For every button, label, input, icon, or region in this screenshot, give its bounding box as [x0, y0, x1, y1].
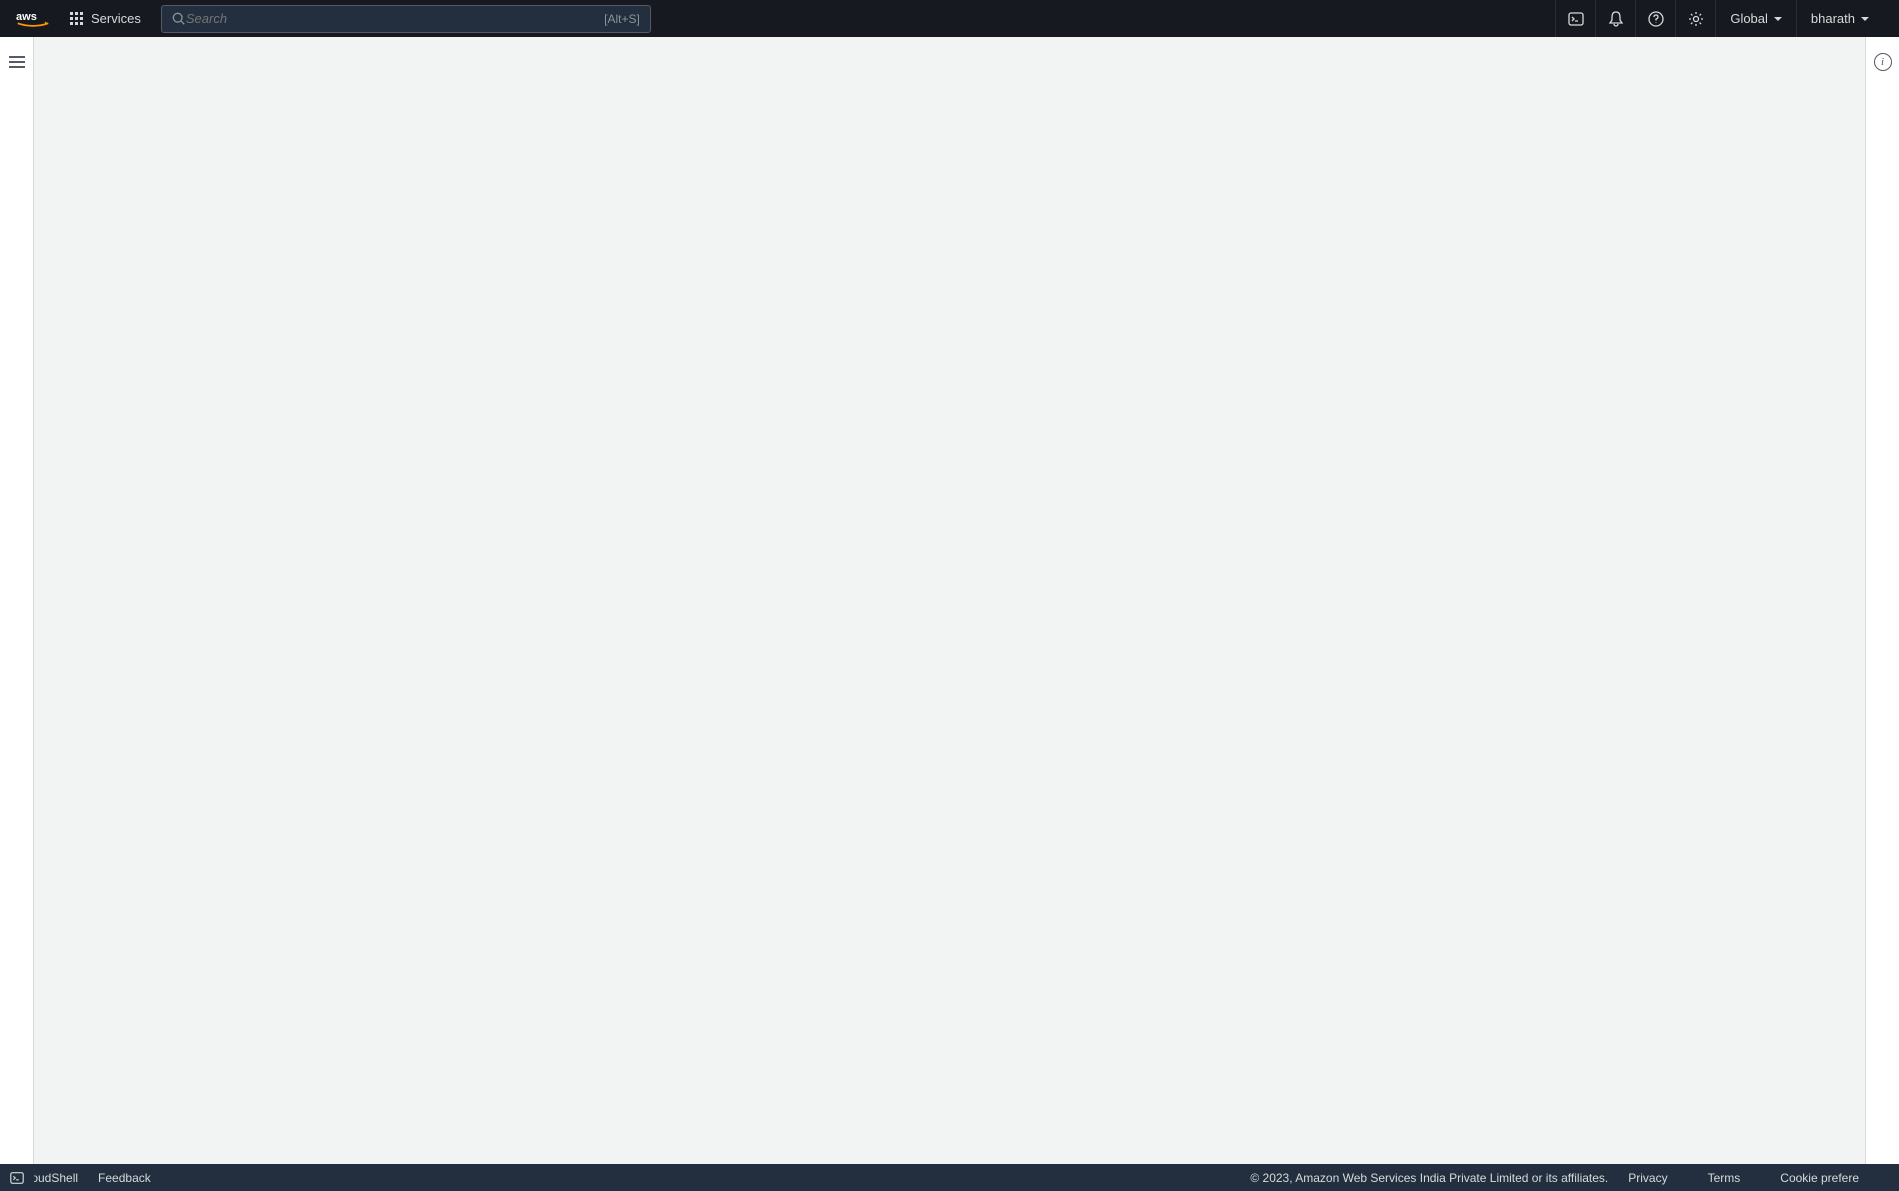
footer-privacy[interactable]: Privacy: [1628, 1171, 1667, 1185]
footer: CloudShell Feedback © 2023, Amazon Web S…: [0, 1164, 1899, 1191]
region-label: Global: [1730, 11, 1768, 26]
services-label: Services: [91, 11, 141, 26]
services-menu[interactable]: Services: [62, 11, 149, 26]
aws-logo[interactable]: aws: [16, 9, 50, 29]
settings-icon[interactable]: [1675, 0, 1715, 37]
username-label: bharath: [1811, 11, 1855, 26]
search-input[interactable]: [186, 11, 604, 26]
caret-down-icon: [1861, 17, 1869, 21]
grid-icon: [70, 12, 83, 25]
cloudshell-header-icon[interactable]: [1555, 0, 1595, 37]
footer-terms[interactable]: Terms: [1708, 1171, 1741, 1185]
cloudshell-footer-icon[interactable]: [0, 1164, 34, 1191]
right-help-strip: i: [1865, 37, 1899, 1164]
region-selector[interactable]: Global: [1715, 0, 1796, 37]
search-icon: [172, 12, 186, 26]
account-menu[interactable]: bharath: [1796, 0, 1883, 37]
hamburger-icon[interactable]: [9, 53, 25, 71]
footer-feedback[interactable]: Feedback: [98, 1171, 151, 1185]
search-shortcut: [Alt+S]: [604, 12, 640, 26]
info-icon[interactable]: i: [1874, 53, 1892, 71]
global-search[interactable]: [Alt+S]: [161, 5, 651, 33]
notifications-icon[interactable]: [1595, 0, 1635, 37]
left-nav-strip: [0, 37, 34, 1164]
footer-cookie[interactable]: Cookie prefere: [1780, 1171, 1859, 1185]
caret-down-icon: [1774, 17, 1782, 21]
svg-text:aws: aws: [16, 11, 37, 23]
help-icon[interactable]: [1635, 0, 1675, 37]
footer-copyright: © 2023, Amazon Web Services India Privat…: [1250, 1171, 1608, 1185]
top-header: aws Services [Alt+S] Global bharath: [0, 0, 1899, 37]
